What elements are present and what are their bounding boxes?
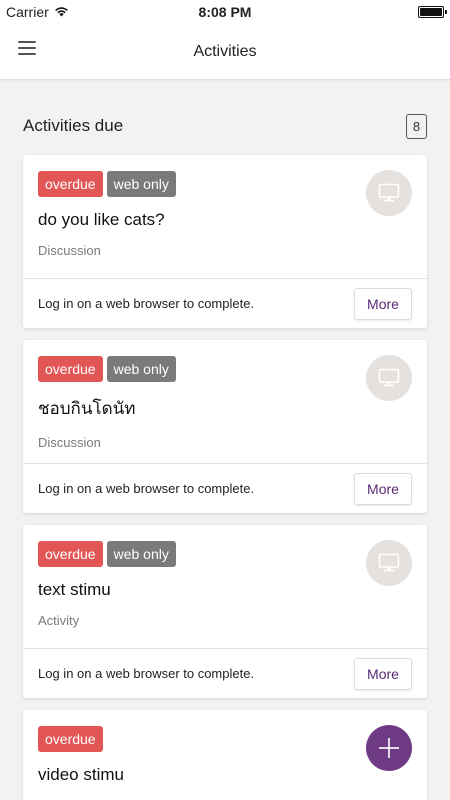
activity-card[interactable]: overdue video stimu (23, 710, 427, 800)
tag-group: overdue (38, 726, 412, 752)
more-button[interactable]: More (354, 657, 412, 690)
wifi-icon (54, 4, 69, 20)
plus-icon[interactable] (366, 725, 412, 771)
status-left: Carrier (6, 4, 69, 20)
web-only-badge: web only (106, 171, 176, 197)
activity-type: Discussion (38, 435, 101, 450)
activity-card[interactable]: overdue web only do you like cats? Discu… (23, 155, 427, 328)
page-title: Activities (193, 42, 257, 60)
carrier-label: Carrier (6, 4, 49, 20)
section-header: Activities due 8 (23, 112, 427, 140)
web-only-badge: web only (106, 356, 176, 382)
overdue-badge: overdue (38, 726, 103, 752)
activity-name: ชอบกินโดนัท (38, 399, 136, 418)
overdue-badge: overdue (38, 541, 103, 567)
overdue-badge: overdue (38, 356, 103, 382)
web-browser-message: Log in on a web browser to complete. (38, 481, 255, 496)
web-browser-message: Log in on a web browser to complete. (38, 296, 255, 311)
menu-icon[interactable] (18, 41, 36, 55)
tag-group: overdue web only (38, 356, 412, 382)
activity-name: video stimu (38, 765, 124, 784)
activity-card[interactable]: overdue web only ชอบกินโดนัท Discussion … (23, 340, 427, 513)
monitor-icon (366, 540, 412, 586)
overdue-badge: overdue (38, 171, 103, 197)
battery-icon (418, 6, 447, 18)
activity-name: text stimu (38, 580, 111, 599)
activity-type: Discussion (38, 243, 101, 258)
activity-type: Activity (38, 613, 80, 628)
tag-group: overdue web only (38, 171, 412, 197)
tag-group: overdue web only (38, 541, 412, 567)
count-badge: 8 (406, 113, 427, 139)
section-title: Activities due (23, 116, 124, 135)
monitor-icon (366, 355, 412, 401)
monitor-icon (366, 170, 412, 216)
more-button[interactable]: More (354, 287, 412, 320)
more-button[interactable]: More (354, 472, 412, 505)
web-browser-message: Log in on a web browser to complete. (38, 666, 255, 681)
web-only-badge: web only (106, 541, 176, 567)
nav-bar: Activities (0, 24, 450, 80)
activity-name: do you like cats? (38, 210, 165, 229)
status-bar: Carrier 8:08 PM (0, 0, 450, 24)
activity-card[interactable]: overdue web only text stimu Activity Log… (23, 525, 427, 698)
